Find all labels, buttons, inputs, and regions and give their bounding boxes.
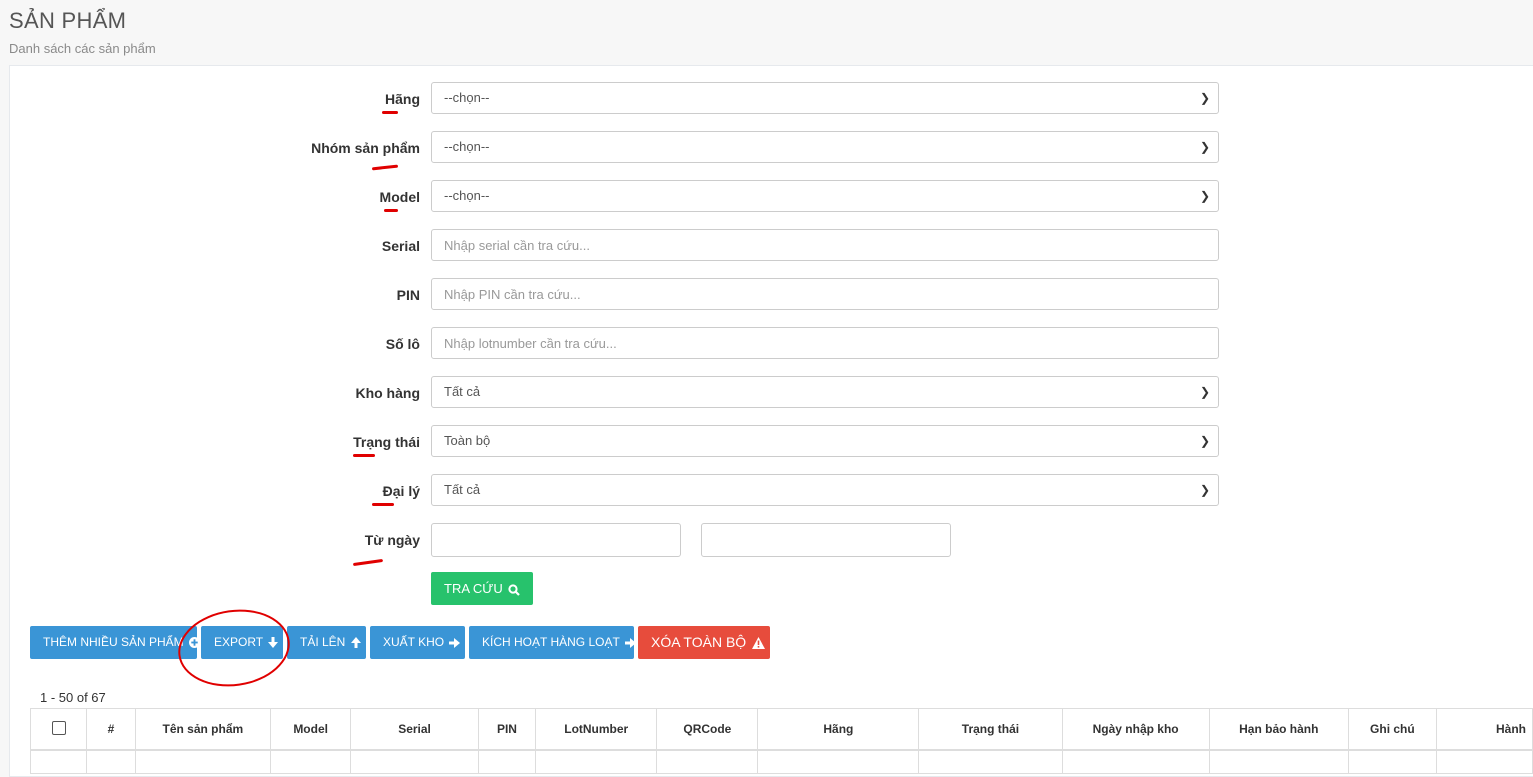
status-row: Trạng thái Toàn bộ ❯ (10, 425, 1230, 459)
from-date-label: Từ ngày (364, 532, 420, 548)
delete-all-button[interactable]: XÓA TOÀN BỘ (638, 626, 770, 659)
annotation-underline (384, 209, 398, 212)
serial-input[interactable] (431, 229, 1219, 261)
chevron-down-icon: ❯ (1199, 434, 1210, 448)
upload-label: TẢI LÊN (300, 635, 346, 649)
date-row: Từ ngày (10, 523, 1230, 557)
page-title: SẢN PHẨM (9, 8, 127, 33)
column-header[interactable]: Tên sản phẩm (134, 708, 272, 751)
page-subtitle: Danh sách các sản phẩm (9, 41, 156, 56)
annotation-underline (382, 111, 398, 114)
brand-row: Hãng --chọn-- ❯ (10, 82, 1230, 116)
serial-label: Serial (381, 238, 420, 254)
column-header[interactable]: Serial (350, 708, 479, 751)
lot-label: Số lô (385, 336, 420, 352)
warehouse-out-label: XUẤT KHO (383, 635, 445, 649)
pin-row: PIN (10, 278, 1230, 312)
warehouse-row: Kho hàng Tất cả ❯ (10, 376, 1230, 410)
model-label: Model (379, 189, 420, 205)
search-button-label: TRA CỨU (444, 581, 503, 596)
bulk-activate-button[interactable]: KÍCH HOẠT HÀNG LOẠT (469, 626, 636, 659)
pagination-range: 1 - 50 of 67 (40, 690, 106, 705)
search-icon (508, 583, 521, 596)
column-header[interactable]: Model (270, 708, 352, 751)
column-header[interactable]: Hạn bảo hành (1208, 708, 1349, 751)
warehouse-out-button[interactable]: XUẤT KHO (370, 626, 465, 659)
model-select-value: --chọn-- (444, 188, 490, 203)
bulk-activate-label: KÍCH HOẠT HÀNG LOẠT (482, 635, 620, 649)
column-header[interactable]: QRCode (656, 708, 759, 751)
group-select[interactable]: --chọn-- ❯ (431, 131, 1219, 163)
add-many-label: THÊM NHIỀU SẢN PHẨM (43, 635, 184, 649)
model-select[interactable]: --chọn-- ❯ (431, 180, 1219, 212)
status-select-value: Toàn bộ (444, 433, 491, 448)
brand-label: Hãng (385, 91, 420, 107)
table-header-row: # Tên sản phẩm Model Serial PIN LotNumbe… (29, 708, 1533, 751)
group-label: Nhóm sản phẩm (311, 140, 420, 156)
select-all-header (29, 708, 88, 751)
group-row: Nhóm sản phẩm --chọn-- ❯ (10, 131, 1230, 165)
annotation-underline (353, 454, 375, 457)
delete-all-label: XÓA TOÀN BỘ (651, 634, 747, 650)
lot-row: Số lô (10, 327, 1230, 361)
arrow-right-icon (624, 637, 636, 648)
column-header[interactable]: PIN (477, 708, 537, 751)
table-row (29, 749, 1533, 774)
warning-icon (752, 637, 766, 650)
products-table: # Tên sản phẩm Model Serial PIN LotNumbe… (29, 708, 1533, 774)
select-all-checkbox[interactable] (51, 720, 66, 735)
chevron-down-icon: ❯ (1199, 483, 1210, 497)
pin-input[interactable] (431, 278, 1219, 310)
from-date-input[interactable] (431, 523, 681, 557)
status-label: Trạng thái (353, 434, 420, 450)
column-header[interactable]: # (86, 708, 136, 751)
chevron-down-icon: ❯ (1199, 140, 1210, 154)
model-row: Model --chọn-- ❯ (10, 180, 1230, 214)
arrow-right-icon (449, 637, 461, 648)
dealer-select-value: Tất cả (444, 482, 481, 497)
chevron-down-icon: ❯ (1199, 385, 1210, 399)
search-button[interactable]: TRA CỨU (431, 572, 534, 605)
to-date-input[interactable] (701, 523, 951, 557)
arrow-up-icon (350, 637, 361, 649)
column-header[interactable]: Hành (1435, 708, 1533, 751)
column-header[interactable]: Hãng (757, 708, 920, 751)
brand-select[interactable]: --chọn-- ❯ (431, 82, 1219, 114)
pin-label: PIN (396, 287, 420, 303)
lot-input[interactable] (431, 327, 1219, 359)
chevron-down-icon: ❯ (1199, 189, 1210, 203)
dealer-select[interactable]: Tất cả ❯ (431, 474, 1219, 506)
dealer-row: Đại lý Tất cả ❯ (10, 474, 1230, 508)
upload-button[interactable]: TẢI LÊN (287, 626, 366, 659)
status-select[interactable]: Toàn bộ ❯ (431, 425, 1219, 457)
warehouse-select-value: Tất cả (444, 384, 481, 399)
warehouse-label: Kho hàng (355, 385, 420, 401)
brand-select-value: --chọn-- (444, 90, 490, 105)
warehouse-select[interactable]: Tất cả ❯ (431, 376, 1219, 408)
column-header[interactable]: Ngày nhập kho (1061, 708, 1210, 751)
serial-row: Serial (10, 229, 1230, 263)
dealer-label: Đại lý (382, 483, 420, 499)
group-select-value: --chọn-- (444, 139, 490, 154)
column-header[interactable]: Trạng thái (918, 708, 1063, 751)
column-header[interactable]: Ghi chú (1347, 708, 1437, 751)
add-many-products-button[interactable]: THÊM NHIỀU SẢN PHẨM (30, 626, 201, 659)
annotation-underline (372, 503, 394, 506)
chevron-down-icon: ❯ (1199, 91, 1210, 105)
column-header[interactable]: LotNumber (535, 708, 658, 751)
